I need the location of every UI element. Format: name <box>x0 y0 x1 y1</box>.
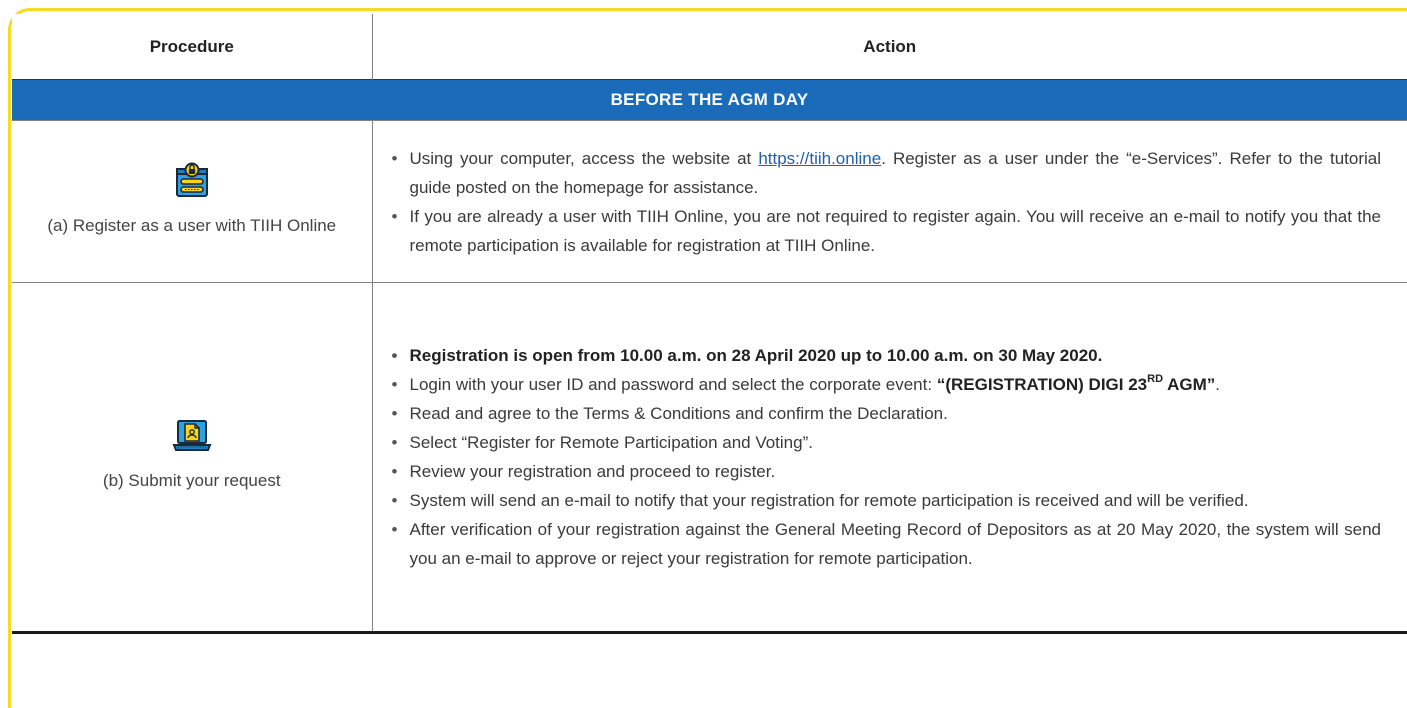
action-text: Using your computer, access the website … <box>409 148 759 168</box>
list-item: If you are already a user with TIIH Onli… <box>387 202 1381 260</box>
corporate-event-name: “(REGISTRATION) DIGI 23RD AGM” <box>936 373 1216 394</box>
list-item: Review your registration and proceed to … <box>387 457 1382 486</box>
list-item: System will send an e-mail to notify tha… <box>387 486 1382 515</box>
table-row: (a) Register as a user with TIIH Online … <box>12 120 1407 283</box>
procedure-label: (b) Submit your request <box>102 470 281 490</box>
procedure-column-header: Procedure <box>12 14 373 80</box>
action-cell: Registration is open from 10.00 a.m. on … <box>372 282 1407 634</box>
tiih-online-link[interactable]: https://tiih.online <box>758 149 881 168</box>
table-header-row: Procedure Action <box>12 14 1407 80</box>
registration-form-lock-icon <box>42 162 342 203</box>
event-name-part: “(REGISTRATION) DIGI 23 <box>936 375 1148 394</box>
procedure-cell: (b) Submit your request <box>12 282 373 634</box>
procedure-label: (a) Register as a user with TIIH Online <box>47 216 337 235</box>
section-header-row: BEFORE THE AGM DAY <box>12 79 1407 121</box>
laptop-document-icon <box>42 419 342 458</box>
list-item: Read and agree to the Terms & Conditions… <box>387 399 1382 428</box>
list-item: Login with your user ID and password and… <box>387 370 1382 399</box>
procedure-table: Procedure Action BEFORE THE AGM DAY (a) … <box>12 14 1407 634</box>
action-list: Using your computer, access the website … <box>387 144 1381 260</box>
event-name-part: AGM” <box>1163 375 1216 394</box>
action-cell: Using your computer, access the website … <box>372 120 1407 283</box>
action-text: . <box>1215 375 1221 394</box>
table-row: (b) Submit your request Registration is … <box>12 282 1407 634</box>
ordinal-superscript: RD <box>1147 373 1164 386</box>
list-item: Using your computer, access the website … <box>387 144 1381 202</box>
action-list: Registration is open from 10.00 a.m. on … <box>387 341 1382 573</box>
list-item: After verification of your registration … <box>387 515 1381 573</box>
list-item: Registration is open from 10.00 a.m. on … <box>387 341 1382 370</box>
procedure-cell: (a) Register as a user with TIIH Online <box>12 120 373 283</box>
section-title: BEFORE THE AGM DAY <box>12 79 1407 121</box>
action-column-header: Action <box>372 14 1407 80</box>
list-item: Select “Register for Remote Participatio… <box>387 428 1382 457</box>
action-text: Login with your user ID and password and… <box>409 375 937 394</box>
